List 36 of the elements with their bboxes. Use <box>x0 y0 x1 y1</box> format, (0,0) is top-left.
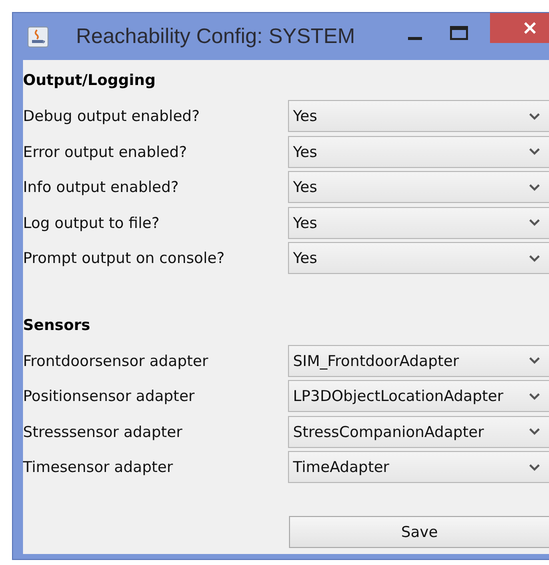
coffee-cup-icon <box>27 26 49 48</box>
dropdown[interactable]: StressCompanionAdapter <box>288 416 549 448</box>
section-heading: Sensors <box>23 314 92 336</box>
field-label: Info output enabled? <box>23 178 180 196</box>
minimize-icon[interactable] <box>408 37 422 41</box>
field-label: Prompt output on console? <box>23 249 226 268</box>
chevron-down-icon <box>529 428 540 436</box>
dropdown[interactable]: LP3DObjectLocationAdapter <box>288 380 549 412</box>
field-label: Stresssensor adapter <box>23 422 184 441</box>
dropdown[interactable]: Yes <box>288 242 549 274</box>
chevron-down-icon <box>529 219 540 226</box>
dropdown[interactable]: Yes <box>288 100 549 132</box>
field-label: Log output to file? <box>23 214 160 232</box>
field-label: Frontdoorsensor adapter <box>23 352 210 370</box>
field-label: Debug output enabled? <box>23 107 201 126</box>
field-label: Timesensor adapter <box>23 458 174 476</box>
dropdown[interactable]: TimeAdapter <box>288 451 549 484</box>
close-icon <box>523 21 537 35</box>
save-button[interactable]: Save <box>289 516 549 548</box>
field-label: Error output enabled? <box>23 142 188 161</box>
dropdown[interactable]: SIM_FrontdoorAdapter <box>288 344 549 377</box>
field-label: Positionsensor adapter <box>23 387 196 406</box>
chevron-down-icon <box>529 112 540 120</box>
dropdown[interactable]: Yes <box>288 136 549 168</box>
chevron-down-icon <box>529 254 540 262</box>
chevron-down-icon <box>529 148 540 156</box>
chevron-down-icon <box>529 392 540 400</box>
chevron-down-icon <box>529 464 540 471</box>
dropdown[interactable]: Yes <box>288 206 549 239</box>
close-button[interactable] <box>490 13 549 43</box>
window-title: Reachability Config: SYSTEM <box>76 24 355 48</box>
chevron-down-icon <box>529 357 540 364</box>
section-heading: Output/Logging <box>23 70 157 91</box>
dropdown[interactable]: Yes <box>288 171 549 204</box>
chevron-down-icon <box>529 184 540 191</box>
maximize-icon[interactable] <box>450 26 468 40</box>
